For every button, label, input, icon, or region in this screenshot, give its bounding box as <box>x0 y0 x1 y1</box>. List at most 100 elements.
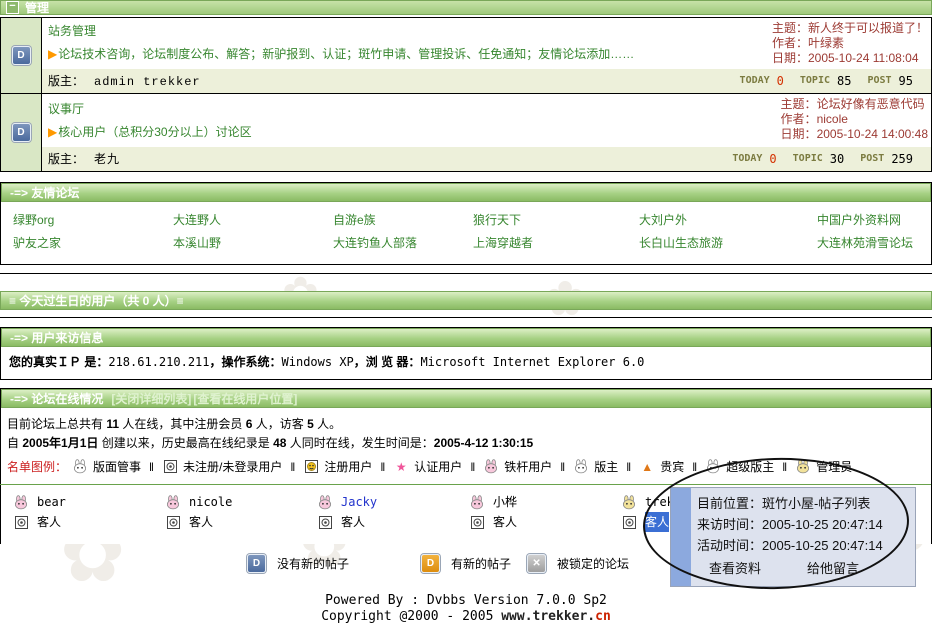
username-link[interactable]: nicole <box>189 492 232 512</box>
friend-forums-section: -=> 友情论坛 绿野org大连野人自游e族狼行天下大刘户外中国户外资料网驴友之… <box>0 182 932 265</box>
legend-separator: ‖ <box>692 460 697 474</box>
visitor-info-section: -=> 用户来访信息 您的真实ＩＰ 是：218.61.210.211，操作系统：… <box>0 327 932 380</box>
moderator-link[interactable]: 老九 <box>94 153 120 167</box>
last-topic[interactable]: 新人终于可以报道了！ <box>808 21 928 35</box>
moderators: 版主：admin trekker <box>48 72 201 89</box>
forum-row: D 议事厅 ▶核心用户（总积分30分以上）讨论区 主题：论坛好像有恶意代码 作者… <box>1 93 931 171</box>
username-link[interactable]: Jacky <box>341 492 377 512</box>
post-legend-item: D有新的帖子 <box>421 554 511 573</box>
forum-link[interactable]: 议事厅 <box>48 100 84 117</box>
username-link[interactable]: 小桦 <box>493 492 517 512</box>
bunny-pink-icon <box>483 459 499 474</box>
divider <box>0 317 932 318</box>
moderators: 版主：老九 <box>48 150 120 167</box>
no-new-posts-icon: D <box>12 46 31 65</box>
last-date: 2005-10-24 14:00:48 <box>817 127 928 141</box>
visitor-ip: 218.61.210.211 <box>108 355 209 369</box>
username-link[interactable]: bear <box>37 492 66 512</box>
friend-forum-link[interactable]: 大刘户外 <box>639 209 817 232</box>
last-author[interactable]: nicole <box>817 112 848 126</box>
legend-item-label: 注册用户 <box>324 458 372 475</box>
online-user-cell: bear客人 <box>13 492 165 532</box>
bunny-pink-icon <box>13 495 29 510</box>
visit-time: 2005-10-25 20:47:14 <box>762 517 883 532</box>
copyright: Copyright @2000 - 2005 www.trekker.cn <box>0 609 932 625</box>
user-legend: 名单图例： 版面管事‖未注册/未登录用户‖注册用户‖★认证用户‖铁杆用户‖版主‖… <box>7 458 931 475</box>
forum-link[interactable]: 站务管理 <box>48 22 96 39</box>
bunny-yellow-icon <box>621 495 637 510</box>
legend-item-label: 超级版主 <box>726 458 774 475</box>
leave-message-link[interactable]: 给他留言 <box>807 558 859 580</box>
topic-count: 30 <box>830 152 844 166</box>
bunny-white-icon <box>573 459 589 474</box>
post-legend-item: D 没有新的帖子 <box>247 554 349 573</box>
bunny-white-icon <box>705 459 721 474</box>
friend-forum-link[interactable]: 大连钓鱼人部落 <box>333 232 473 255</box>
legend-item-label: 认证用户 <box>414 458 462 475</box>
bunny-white-icon <box>72 459 88 474</box>
sq-unreg-icon <box>621 516 637 529</box>
post-legend-label: 有新的帖子 <box>451 555 511 572</box>
section-title: -=> 用户来访信息 <box>10 329 103 346</box>
post-legend-item: ✕被锁定的论坛 <box>527 554 629 573</box>
site-link[interactable]: www.trekker. <box>501 609 595 624</box>
last-date: 2005-10-24 11:08:04 <box>808 51 919 65</box>
section-title: ≡ 今天过生日的用户（共 0 人）≡ <box>9 292 184 309</box>
legend-item-label: 管理员 <box>816 458 852 475</box>
current-location: 斑竹小屋-帖子列表 <box>762 496 870 511</box>
x-gray-icon: ✕ <box>527 554 546 573</box>
legend-separator: ‖ <box>626 460 631 474</box>
online-user-cell: nicole客人 <box>165 492 317 532</box>
category-title: 管理 <box>25 0 49 16</box>
last-topic[interactable]: 论坛好像有恶意代码 <box>817 97 925 111</box>
friend-forum-link[interactable]: 中国户外资料网 <box>817 209 931 232</box>
friend-forum-link[interactable]: 本溪山野 <box>173 232 333 255</box>
forum-row: D 站务管理 ▶论坛技术咨询，论坛制度公布、解答；新驴报到、认证；斑竹申请、管理… <box>1 18 931 93</box>
legend-item-label: 铁杆用户 <box>504 458 552 475</box>
arrow-icon: ▶ <box>48 125 57 139</box>
bunny-yellow-icon <box>795 459 811 474</box>
friend-forum-link[interactable]: 自游e族 <box>333 209 473 232</box>
legend-item-label: 版主 <box>594 458 618 475</box>
friend-forum-link[interactable]: 绿野org <box>13 209 173 232</box>
moderator-link[interactable]: admin trekker <box>94 75 201 89</box>
legend-separator: ‖ <box>149 460 154 474</box>
legend-separator: ‖ <box>290 460 295 474</box>
post-count: 259 <box>891 152 913 166</box>
friend-forum-link[interactable]: 大连野人 <box>173 209 333 232</box>
post-legend-label: 没有新的帖子 <box>277 555 349 572</box>
visitor-os: Windows XP <box>282 355 354 369</box>
friend-forum-link[interactable]: 上海穿越者 <box>473 232 639 255</box>
legend-separator: ‖ <box>470 460 475 474</box>
post-count: 95 <box>899 74 913 88</box>
legend-item-label: 未注册/未登录用户 <box>183 458 282 475</box>
sq-unreg-icon <box>317 516 333 529</box>
bunny-pink-icon <box>317 495 333 510</box>
last-post-info: 主题：新人终于可以报道了！ 作者：叶绿素 日期：2005-10-24 11:08… <box>772 21 928 66</box>
today-count: 0 <box>769 152 776 166</box>
bunny-pink-icon <box>469 495 485 510</box>
category-header-admin: − 管理 <box>0 0 932 15</box>
close-detail-list-link[interactable]: [关闭详细列表] <box>111 390 191 407</box>
visitor-browser: Microsoft Internet Explorer 6.0 <box>420 355 644 369</box>
section-title: -=> 论坛在线情况 <box>10 390 103 407</box>
friend-forum-link[interactable]: 驴友之家 <box>13 232 173 255</box>
visitor-info-header: -=> 用户来访信息 <box>1 328 931 347</box>
star-pink-icon: ★ <box>393 460 409 474</box>
view-online-location-link[interactable]: [查看在线用户位置] <box>193 390 297 407</box>
user-status: 客人 <box>493 512 517 532</box>
online-status-header: -=> 论坛在线情况 [关闭详细列表][查看在线用户位置] <box>1 389 931 408</box>
collapse-icon[interactable]: − <box>6 1 19 14</box>
friend-forum-link[interactable]: 大连林苑滑雪论坛 <box>817 232 931 255</box>
powered-by: Powered By : Dvbbs Version 7.0.0 Sp2 <box>0 593 932 609</box>
friend-links-row: 驴友之家本溪山野大连钓鱼人部落上海穿越者长白山生态旅游大连林苑滑雪论坛 <box>13 232 931 255</box>
sq-smiley-icon <box>303 460 319 473</box>
friend-forum-link[interactable]: 长白山生态旅游 <box>639 232 817 255</box>
friend-forum-link[interactable]: 狼行天下 <box>473 209 639 232</box>
d-blue-icon: D <box>247 554 266 573</box>
view-profile-link[interactable]: 查看资料 <box>709 558 761 580</box>
last-author[interactable]: 叶绿素 <box>808 36 844 50</box>
sq-unreg-icon <box>469 516 485 529</box>
forum-icon-cell: D <box>1 94 42 171</box>
tooltip-left-strip <box>671 488 691 586</box>
